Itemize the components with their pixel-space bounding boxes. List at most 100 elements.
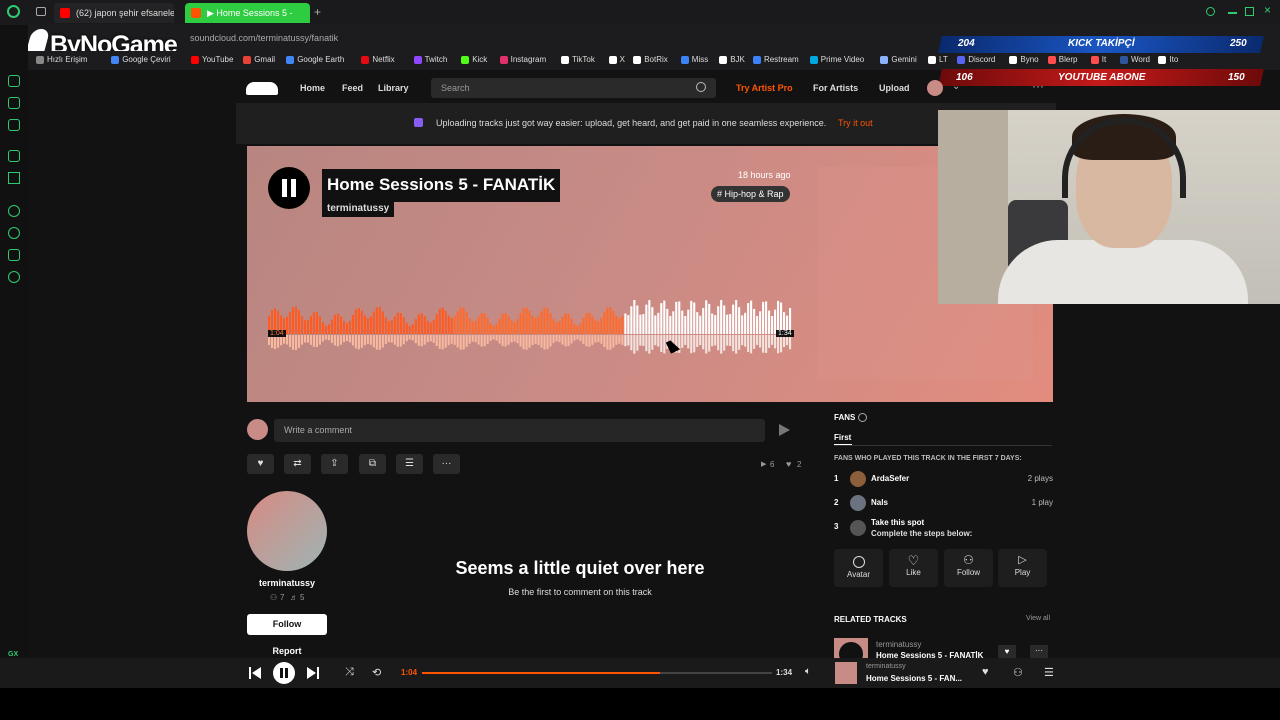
whatsapp-icon[interactable] [8,97,20,109]
volume-icon[interactable]: 🔈︎ [805,666,811,677]
bookmark-item[interactable]: Ito [1158,55,1178,64]
url-field[interactable]: soundcloud.com/terminatussy/fanatik [190,33,338,43]
fan-follow-button[interactable]: ⚇ Follow [944,549,993,587]
new-tab-button[interactable]: + [314,5,321,19]
bookmark-item[interactable]: LT [928,55,948,64]
related-track-artwork[interactable] [834,638,868,658]
bookmark-item[interactable]: Blerp [1047,55,1077,64]
fan-name[interactable]: ArdaSefer [871,474,909,483]
fan-name[interactable]: Nals [871,498,888,507]
now-playing-artwork[interactable] [835,662,857,684]
bookmark-item[interactable]: Restream [753,55,799,64]
next-icon[interactable] [307,667,319,679]
maximize-icon[interactable] [1245,7,1254,16]
view-all-link[interactable]: View all [1026,615,1050,622]
info-icon[interactable] [858,413,867,422]
progress-track[interactable] [422,672,772,674]
close-icon[interactable]: × [1264,3,1271,17]
follow-button[interactable]: Follow [247,614,327,635]
search-icon[interactable] [696,82,706,92]
bookmark-item[interactable]: Instagram [499,55,546,64]
player-like-icon[interactable]: ♥ [982,666,989,678]
bookmark-item[interactable]: TikTok [561,55,595,64]
soundcloud-logo-icon[interactable] [246,82,278,95]
upload-link[interactable]: Upload [879,83,910,93]
tab-youtube[interactable]: (62) japon şehir efsaneleri [54,3,174,23]
track-artist[interactable]: terminatussy [322,200,395,217]
settings-icon[interactable] [8,271,20,283]
twitch-icon[interactable] [8,150,20,162]
play-pause-button[interactable] [273,662,295,684]
bookmark-item[interactable]: Gemini [880,55,917,64]
queue-icon[interactable]: ☰ [1044,666,1054,679]
nav-feed[interactable]: Feed [342,83,363,93]
user-avatar[interactable] [927,80,943,96]
more-button[interactable]: ··· [433,454,460,474]
fan-like-button[interactable]: ♡ Like [889,549,938,587]
bookmark-item[interactable]: Google Earth [286,55,344,64]
repeat-icon[interactable]: ⟲ [372,666,381,679]
clock-icon[interactable] [8,205,20,217]
bookmark-item[interactable]: Netflix [361,55,395,64]
comment-input[interactable]: Write a comment [274,419,765,442]
bookmark-item[interactable]: Miss [680,55,708,64]
genre-tag[interactable]: # Hip-hop & Rap [711,186,790,202]
search-input[interactable]: Search [431,78,716,98]
bookmark-item[interactable]: Prime Video [809,55,864,64]
extensions-icon[interactable] [8,249,20,261]
report-link[interactable]: Report [247,646,327,656]
fans-tab-first[interactable]: First [834,433,851,442]
bookmark-item[interactable]: Twitch [413,55,447,64]
repost-button[interactable]: ⇄ [284,454,311,474]
waveform[interactable] [268,292,792,362]
related-like-icon[interactable]: ♥ [998,645,1016,658]
like-button[interactable]: ♥ [247,454,274,474]
add-to-playlist-button[interactable]: ☰ [396,454,423,474]
fan-avatar-button[interactable]: Avatar [834,549,883,587]
more-icon[interactable]: ··· [1032,79,1044,93]
related-track-title[interactable]: Home Sessions 5 - FANATİK [876,651,986,658]
chevron-down-icon[interactable]: ⌄ [952,81,960,92]
bookmark-item[interactable]: Word [1120,55,1150,64]
player-follow-icon[interactable]: ⚇ [1013,666,1023,679]
banner-link[interactable]: Try it out [838,118,873,128]
now-playing-title[interactable]: Home Sessions 5 - FAN... [866,674,962,683]
bookmark-item[interactable]: It [1090,55,1106,64]
related-more-icon[interactable]: ··· [1030,645,1048,658]
related-play-button[interactable] [839,642,863,658]
mail-icon[interactable] [8,119,20,131]
nav-home[interactable]: Home [300,83,325,93]
fan-row[interactable]: 2 Nals 1 play [834,495,1053,511]
share-button[interactable]: ⇪ [321,454,348,474]
bookmark-item[interactable]: Discord [957,55,995,64]
bookmark-item[interactable]: Gmail [243,55,275,64]
tab-overview-icon[interactable] [36,7,46,16]
artist-avatar[interactable] [247,491,327,571]
tab-soundcloud[interactable]: ▶ Home Sessions 5 - [185,3,310,23]
shuffle-icon[interactable]: ⤨ [345,666,354,679]
messenger-icon[interactable] [8,75,20,87]
bookmark-item[interactable]: Kick [461,55,487,64]
try-artist-pro-link[interactable]: Try Artist Pro [736,83,793,93]
bookmark-item[interactable]: Hızlı Erişim [36,55,87,64]
bookmark-item[interactable]: Byno [1009,55,1039,64]
browser-logo-icon[interactable] [7,5,20,18]
artist-name[interactable]: terminatussy [247,578,327,588]
bookmark-item[interactable]: BJK [719,55,745,64]
history-icon[interactable] [8,227,20,239]
send-icon[interactable] [779,424,790,436]
related-track-artist[interactable]: terminatussy [876,640,921,649]
minimize-icon[interactable] [1228,12,1237,14]
bookmark-item[interactable]: Google Çeviri [111,55,171,64]
bookmark-item[interactable]: X [608,55,625,64]
gx-icon[interactable]: GX [8,651,18,658]
x-icon[interactable] [8,172,20,184]
now-playing-artist[interactable]: terminatussy [866,663,906,670]
fan-row[interactable]: 1 ArdaSefer 2 plays [834,471,1053,487]
search-icon[interactable] [1206,7,1215,16]
nav-library[interactable]: Library [378,83,409,93]
bookmark-item[interactable]: BotRix [633,55,668,64]
for-artists-link[interactable]: For Artists [813,83,858,93]
pause-button[interactable] [268,167,310,209]
bookmark-item[interactable]: YouTube [191,55,233,64]
